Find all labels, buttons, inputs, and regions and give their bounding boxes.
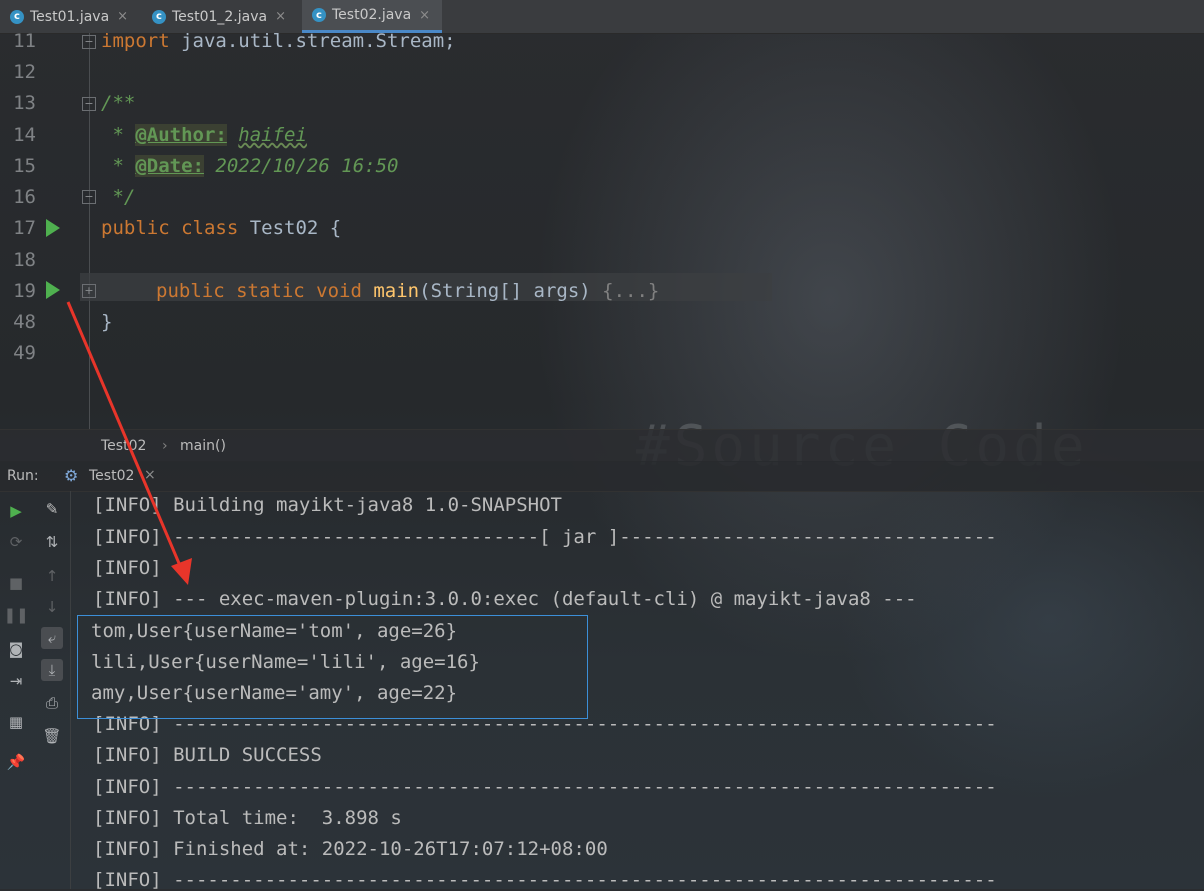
down-arrow-icon[interactable]: ↓	[41, 596, 63, 618]
gear-icon: ⚙	[64, 466, 79, 485]
console-divider	[70, 491, 71, 889]
code-line-author: * @Author: haifei	[101, 124, 307, 146]
run-label: Run:	[7, 468, 39, 484]
rerun-icon[interactable]: ▶	[5, 500, 27, 522]
tab-label: Test01_2.java	[172, 8, 268, 25]
run-tool-window-header: Run: ⚙ Test02 ×	[0, 461, 1204, 492]
print-icon[interactable]: ⎙	[41, 692, 63, 714]
console-line: [INFO] BUILD SUCCESS	[93, 744, 322, 766]
layout-icon[interactable]: ▦	[5, 711, 27, 733]
fold-end-icon[interactable]: −	[82, 190, 96, 204]
output-highlight-box	[77, 615, 588, 719]
java-class-icon: c	[312, 8, 326, 22]
line-number: 16	[13, 186, 36, 208]
tab-label: Test02.java	[332, 7, 412, 23]
console-line: [INFO]	[93, 557, 162, 579]
up-arrow-icon[interactable]: ↑	[41, 565, 63, 587]
code-line-main: public static void main(String[] args) {…	[156, 280, 660, 302]
run-tab-test02[interactable]: Test02	[89, 468, 134, 484]
tab-test02[interactable]: c Test02.java ×	[302, 0, 442, 33]
console-line: [INFO] ---------------------------------…	[93, 869, 997, 891]
pause-icon[interactable]: ❚❚	[3, 604, 28, 626]
console-line: [INFO] --------------------------------[…	[93, 526, 997, 548]
stop-icon[interactable]: ■	[5, 572, 27, 594]
line-number: 18	[13, 249, 36, 271]
pin-icon[interactable]: 📌	[5, 751, 27, 773]
line-number: 48	[13, 311, 36, 333]
trash-icon[interactable]: 🗑	[41, 725, 63, 747]
code-line-date: * @Date: 2022/10/26 16:50	[101, 155, 399, 177]
line-number: 19	[13, 280, 36, 302]
code-line-doc-close: */	[101, 186, 136, 208]
line-number: 49	[13, 342, 36, 364]
code-editor[interactable]: 11 12 13 14 15 16 17 18 19 48 49 − − − +…	[0, 30, 1204, 429]
line-number: 13	[13, 92, 36, 114]
console-line: [INFO] --- exec-maven-plugin:3.0.0:exec …	[93, 588, 917, 610]
code-line-class: public class Test02 {	[101, 217, 342, 239]
tab-test01[interactable]: c Test01.java ×	[0, 0, 140, 33]
breadcrumb: Test02 › main()	[0, 429, 1204, 462]
console-line: [INFO] ---------------------------------…	[93, 776, 997, 798]
tab-test01-2[interactable]: c Test01_2.java ×	[142, 0, 302, 33]
line-number: 11	[13, 30, 36, 52]
line-number: 12	[13, 61, 36, 83]
fold-collapse-icon[interactable]: −	[82, 97, 96, 111]
line-number: 17	[13, 217, 36, 239]
tab-label: Test01.java	[30, 8, 110, 25]
run-toolbar: ▶ ✎ ⟳ ⇅ ■ ↑ ❚❚ ↓ ⤶ ◙ ⤓ ⇥ ⎙ 🗑 ▦ 📌	[0, 491, 70, 889]
code-line-close: }	[101, 311, 113, 333]
edit-config-icon[interactable]: ✎	[41, 498, 63, 520]
code-line-doc-open: /**	[101, 92, 136, 114]
breadcrumb-item-class[interactable]: Test02	[101, 438, 146, 454]
close-icon[interactable]: ×	[144, 467, 156, 483]
close-icon[interactable]: ×	[117, 9, 128, 24]
close-icon[interactable]: ×	[275, 9, 286, 24]
fold-expand-icon[interactable]: +	[82, 284, 96, 298]
java-class-icon: c	[10, 9, 24, 24]
breadcrumb-separator: ›	[162, 438, 168, 454]
fold-collapse-icon[interactable]: −	[82, 35, 96, 49]
console-line: [INFO] Building mayikt-java8 1.0-SNAPSHO…	[93, 494, 562, 516]
console-line: [INFO] Finished at: 2022-10-26T17:07:12+…	[93, 838, 608, 860]
soft-wrap-icon[interactable]: ⤶	[41, 627, 63, 649]
code-line-import: import java.util.stream.Stream;	[101, 30, 456, 52]
login-icon[interactable]: ⇥	[5, 670, 27, 692]
run-class-icon[interactable]	[46, 219, 60, 237]
camera-icon[interactable]: ◙	[5, 638, 27, 660]
console-line: [INFO] Total time: 3.898 s	[93, 807, 402, 829]
gutter-divider	[89, 33, 90, 429]
sort-icon[interactable]: ⇅	[41, 531, 63, 553]
line-number: 15	[13, 155, 36, 177]
scroll-to-end-icon[interactable]: ⤓	[41, 659, 63, 681]
breadcrumb-item-method[interactable]: main()	[180, 438, 226, 454]
editor-tab-bar: c Test01.java × c Test01_2.java × c Test…	[0, 0, 1204, 34]
close-icon[interactable]: ×	[419, 8, 430, 23]
run-main-icon[interactable]	[46, 281, 60, 299]
line-number: 14	[13, 124, 36, 146]
java-class-icon: c	[152, 9, 166, 24]
debug-icon[interactable]: ⟳	[5, 531, 27, 553]
